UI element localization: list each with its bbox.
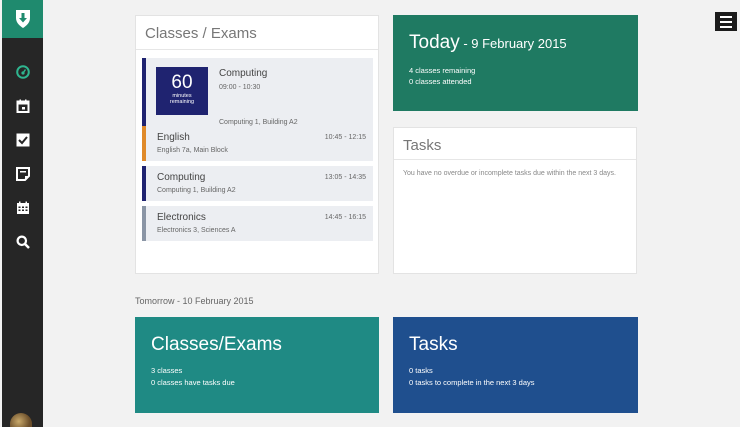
class-item[interactable]: English English 7a, Main Block 10:45 - 1…: [142, 126, 373, 161]
tomorrow-tasks-upcoming: 0 tasks to complete in the next 3 days: [409, 378, 535, 387]
nav-timetable[interactable]: [2, 89, 43, 123]
classes-remaining: 4 classes remaining: [409, 66, 476, 75]
tasks-panel: Tasks You have no overdue or incomplete …: [393, 127, 637, 274]
nav-calendar[interactable]: [2, 191, 43, 225]
tomorrow-tasks-tile[interactable]: Tasks 0 tasks 0 tasks to complete in the…: [393, 317, 638, 413]
tasks-empty-message: You have no overdue or incomplete tasks …: [403, 170, 616, 177]
tomorrow-classes-count: 3 classes: [151, 366, 183, 375]
countdown-box: 60 minutes remaining: [156, 67, 208, 115]
search-icon: [16, 235, 30, 249]
class-name: Electronics: [157, 212, 206, 223]
tomorrow-classes-tasks-due: 0 classes have tasks due: [151, 378, 235, 387]
minutes-remaining-value: 60: [171, 72, 193, 93]
class-location: Electronics 3, Sciences A: [157, 227, 236, 234]
today-label: Today: [409, 32, 460, 53]
class-location: Computing 1, Building A2: [157, 187, 236, 194]
nav-tasks[interactable]: [2, 123, 43, 157]
class-item[interactable]: Computing Computing 1, Building A2 13:05…: [142, 166, 373, 201]
sticky-note-icon: [15, 167, 30, 181]
tomorrow-tasks-title: Tasks: [409, 334, 458, 355]
current-class-time: 09:00 - 10:30: [219, 84, 261, 91]
tomorrow-tasks-count: 0 tasks: [409, 366, 433, 375]
tomorrow-classes-title: Classes/Exams: [151, 334, 282, 355]
remaining-label: remaining: [169, 99, 195, 105]
app-logo[interactable]: [2, 0, 43, 38]
tasks-panel-title: Tasks: [394, 128, 636, 160]
shield-download-icon: [15, 10, 30, 28]
checkbox-icon: [16, 133, 29, 147]
class-name: Computing: [157, 172, 206, 183]
classes-attended: 0 classes attended: [409, 77, 472, 86]
class-time: 13:05 - 14:35: [324, 174, 366, 181]
current-class-name: Computing: [219, 68, 268, 79]
tomorrow-heading: Tomorrow - 10 February 2015: [135, 296, 254, 306]
tomorrow-classes-tile[interactable]: Classes/Exams 3 classes 0 classes have t…: [135, 317, 379, 413]
nav-search[interactable]: [2, 225, 43, 259]
hamburger-icon: [720, 15, 732, 18]
sidebar-nav: [2, 55, 43, 259]
calendar-day-icon: [16, 99, 29, 113]
sidebar: [2, 0, 43, 427]
classes-panel-title: Classes / Exams: [136, 16, 378, 50]
nav-notes[interactable]: [2, 157, 43, 191]
menu-button[interactable]: [715, 12, 737, 31]
class-time: 14:45 - 16:15: [324, 214, 366, 221]
calendar-grid-icon: [16, 201, 29, 214]
nav-dashboard[interactable]: [2, 55, 43, 89]
class-name: English: [157, 132, 190, 143]
classes-exams-panel: Classes / Exams 60 minutes remaining Com…: [135, 15, 379, 274]
class-item[interactable]: Electronics Electronics 3, Sciences A 14…: [142, 206, 373, 241]
today-date: - 9 February 2015: [459, 36, 567, 51]
class-location: English 7a, Main Block: [157, 147, 228, 154]
dashboard-icon: [15, 65, 30, 79]
current-class-location: Computing 1, Building A2: [219, 119, 298, 126]
today-tile[interactable]: Today - 9 February 2015 4 classes remain…: [393, 15, 638, 111]
user-avatar[interactable]: [10, 413, 32, 427]
class-time: 10:45 - 12:15: [324, 134, 366, 141]
